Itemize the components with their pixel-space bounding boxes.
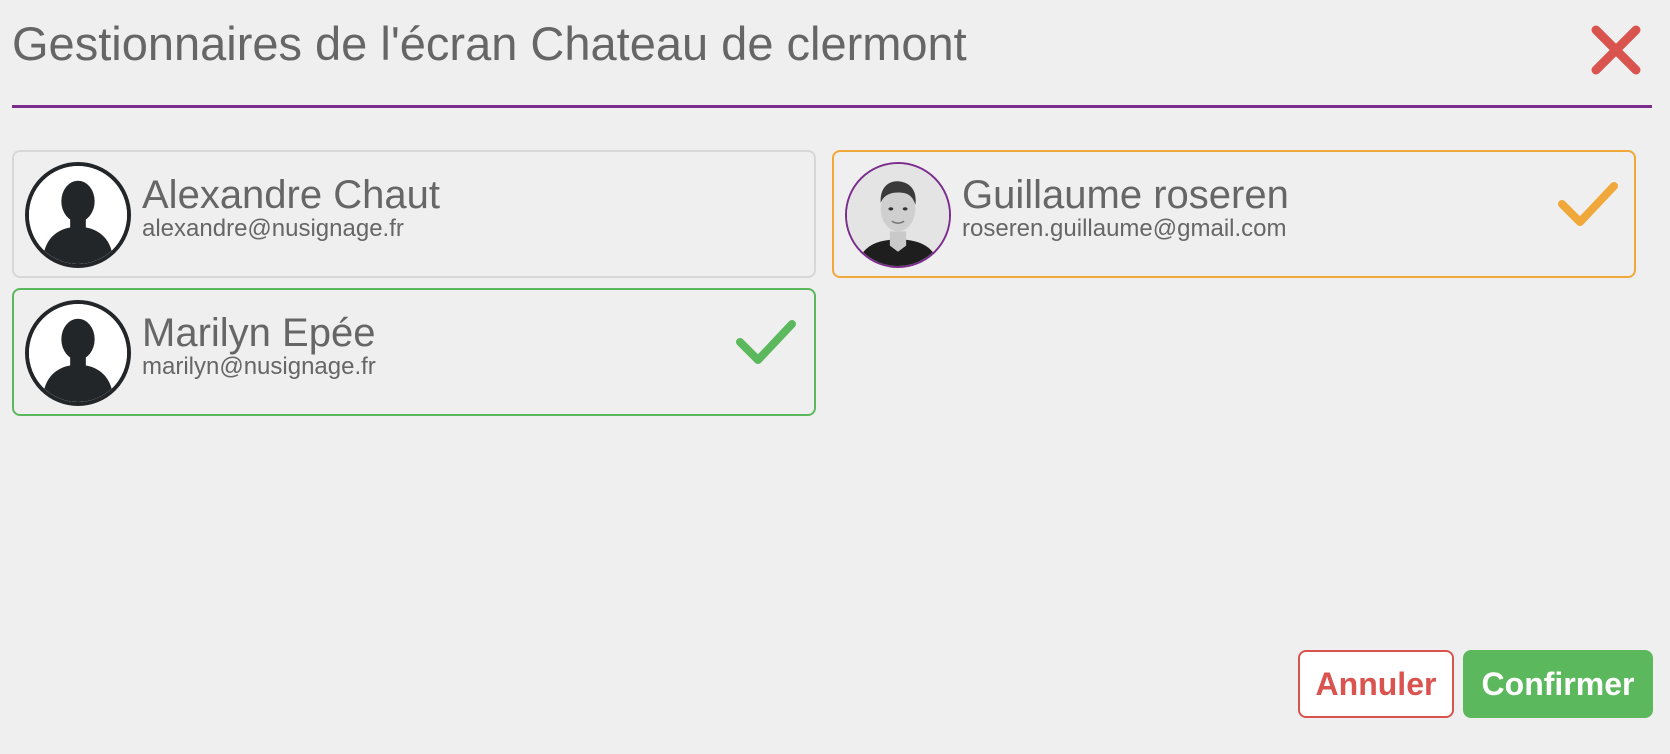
manager-name: Marilyn Epée bbox=[142, 311, 376, 355]
dialog-title: Gestionnaires de l'écran Chateau de cler… bbox=[12, 17, 967, 70]
manager-name: Alexandre Chaut bbox=[142, 173, 440, 217]
user-photo-avatar bbox=[845, 162, 951, 268]
user-silhouette-icon bbox=[25, 300, 131, 406]
cancel-button[interactable]: Annuler bbox=[1298, 650, 1454, 718]
manager-email: marilyn@nusignage.fr bbox=[142, 353, 376, 380]
close-icon[interactable] bbox=[1588, 22, 1644, 78]
check-icon bbox=[1556, 178, 1620, 230]
manager-email: alexandre@nusignage.fr bbox=[142, 215, 404, 242]
manager-name: Guillaume roseren bbox=[962, 173, 1289, 217]
manager-email: roseren.guillaume@gmail.com bbox=[962, 215, 1287, 242]
title-divider bbox=[12, 105, 1652, 108]
confirm-button[interactable]: Confirmer bbox=[1463, 650, 1653, 718]
manager-card-guillaume[interactable]: Guillaume roseren roseren.guillaume@gmai… bbox=[832, 150, 1636, 278]
user-silhouette-icon bbox=[25, 162, 131, 268]
managers-dialog: Gestionnaires de l'écran Chateau de cler… bbox=[0, 0, 1670, 754]
manager-card-alexandre[interactable]: Alexandre Chaut alexandre@nusignage.fr bbox=[12, 150, 816, 278]
check-icon bbox=[734, 316, 798, 368]
manager-card-marilyn[interactable]: Marilyn Epée marilyn@nusignage.fr bbox=[12, 288, 816, 416]
